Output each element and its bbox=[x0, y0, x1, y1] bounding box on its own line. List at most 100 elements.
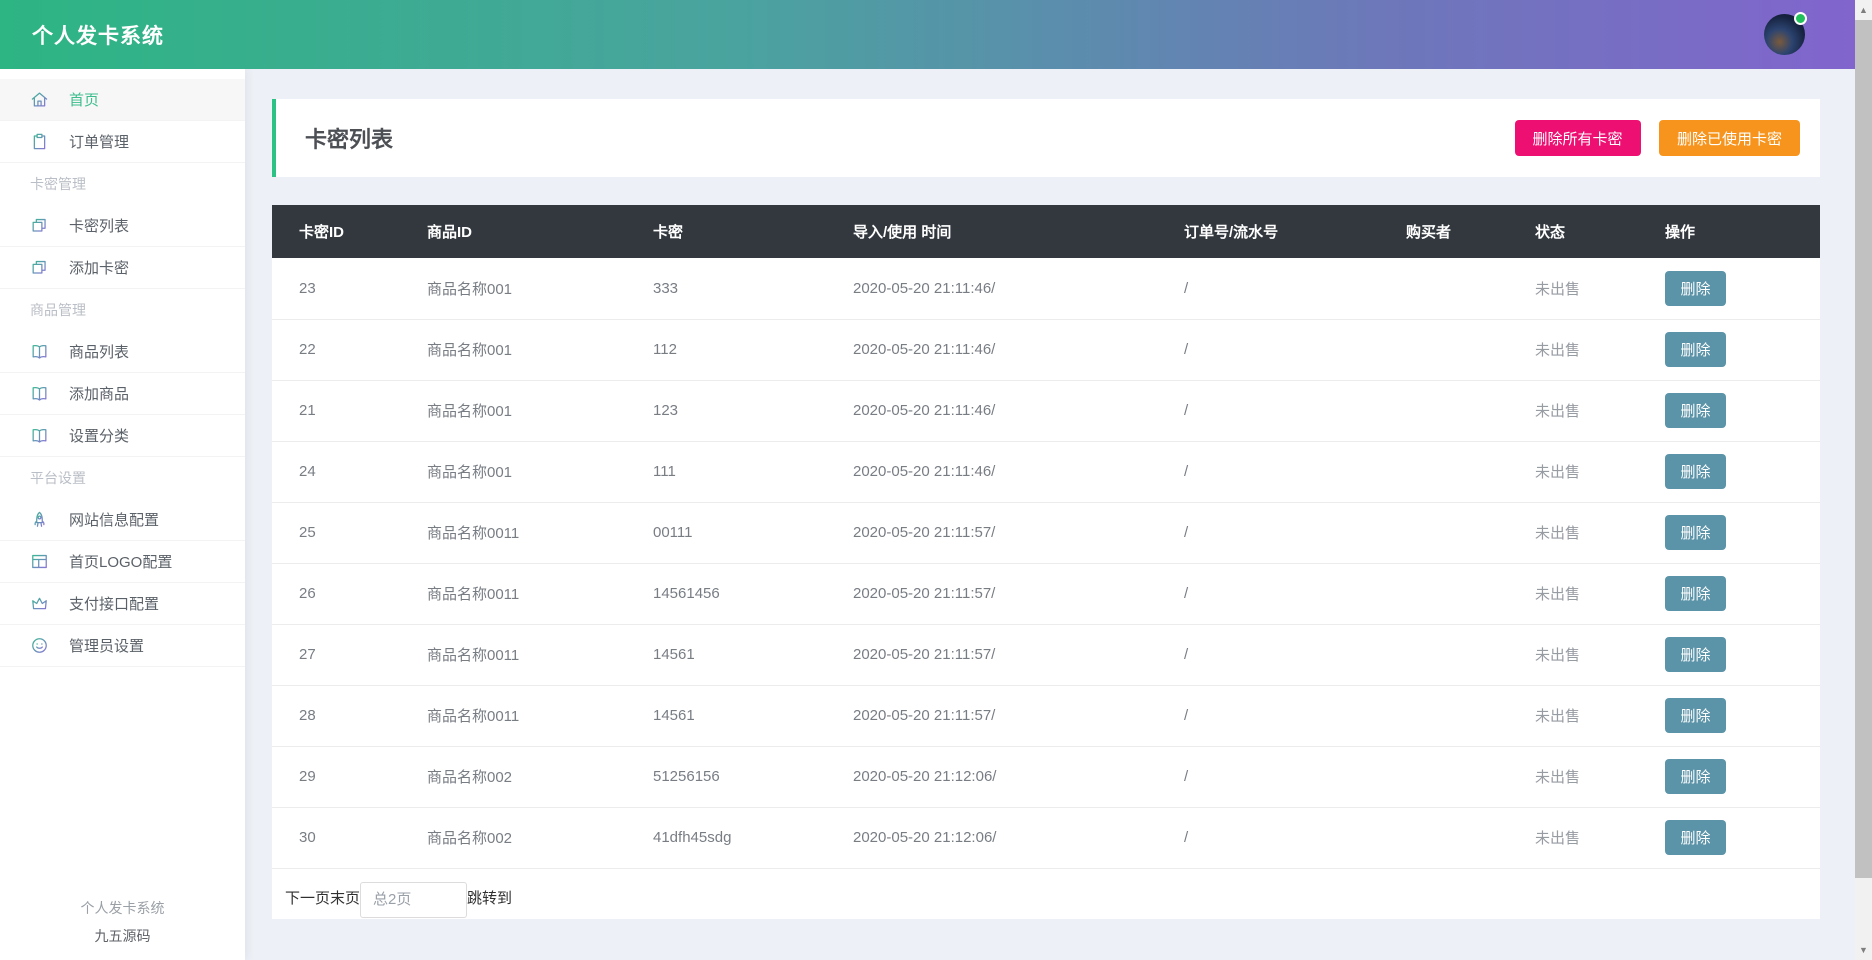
table-row: 21商品名称0011232020-05-20 21:11:46//未出售删除 bbox=[272, 380, 1820, 441]
sidebar-item-label: 添加卡密 bbox=[69, 257, 129, 278]
cell-buyer bbox=[1406, 624, 1535, 685]
delete-row-button[interactable]: 删除 bbox=[1665, 759, 1726, 794]
delete-all-keys-button[interactable]: 删除所有卡密 bbox=[1515, 120, 1641, 156]
cell-buyer bbox=[1406, 441, 1535, 502]
col-header-status: 状态 bbox=[1535, 205, 1665, 258]
scroll-down-arrow-icon[interactable]: ▼ bbox=[1855, 943, 1872, 957]
app-root: 个人发卡系统 首页订单管理卡密管理卡密列表添加卡密商品管理商品列表添加商品设置分… bbox=[0, 0, 1872, 960]
online-status-dot bbox=[1794, 12, 1807, 25]
pagination: 下一页 末页 跳转到 bbox=[272, 869, 1820, 919]
delete-row-button[interactable]: 删除 bbox=[1665, 393, 1726, 428]
cell-actions: 删除 bbox=[1665, 319, 1820, 380]
cell-buyer bbox=[1406, 563, 1535, 624]
sidebar-item-13[interactable]: 管理员设置 bbox=[0, 625, 245, 667]
delete-row-button[interactable]: 删除 bbox=[1665, 637, 1726, 672]
book-icon bbox=[30, 384, 49, 403]
vertical-scrollbar[interactable]: ▲ ▼ bbox=[1855, 0, 1872, 960]
sidebar-item-3[interactable]: 卡密列表 bbox=[0, 205, 245, 247]
cell-product-id: 商品名称0011 bbox=[427, 624, 653, 685]
cell-actions: 删除 bbox=[1665, 807, 1820, 868]
col-header-order-no: 订单号/流水号 bbox=[1184, 205, 1406, 258]
cell-buyer bbox=[1406, 685, 1535, 746]
delete-row-button[interactable]: 删除 bbox=[1665, 515, 1726, 550]
sidebar-item-12[interactable]: 支付接口配置 bbox=[0, 583, 245, 625]
delete-row-button[interactable]: 删除 bbox=[1665, 820, 1726, 855]
col-header-actions: 操作 bbox=[1665, 205, 1820, 258]
cell-status: 未出售 bbox=[1535, 563, 1665, 624]
next-page-link[interactable]: 下一页 bbox=[285, 882, 330, 908]
delete-used-keys-button[interactable]: 删除已使用卡密 bbox=[1659, 120, 1800, 156]
cell-actions: 删除 bbox=[1665, 380, 1820, 441]
sidebar-item-8[interactable]: 设置分类 bbox=[0, 415, 245, 457]
user-avatar[interactable] bbox=[1764, 14, 1805, 55]
cell-status: 未出售 bbox=[1535, 319, 1665, 380]
cell-time: 2020-05-20 21:11:57/ bbox=[853, 502, 1184, 563]
sidebar-item-7[interactable]: 添加商品 bbox=[0, 373, 245, 415]
sidebar-item-0[interactable]: 首页 bbox=[0, 79, 245, 121]
cell-product-id: 商品名称0011 bbox=[427, 563, 653, 624]
sidebar-item-label: 管理员设置 bbox=[69, 635, 144, 656]
cell-key: 112 bbox=[653, 319, 853, 380]
cell-time: 2020-05-20 21:11:46/ bbox=[853, 441, 1184, 502]
cell-time: 2020-05-20 21:11:57/ bbox=[853, 624, 1184, 685]
scrollbar-thumb[interactable] bbox=[1855, 20, 1872, 878]
page-jump-input[interactable] bbox=[360, 882, 467, 918]
delete-row-button[interactable]: 删除 bbox=[1665, 332, 1726, 367]
book-icon bbox=[30, 426, 49, 445]
cell-key: 123 bbox=[653, 380, 853, 441]
jump-to-link[interactable]: 跳转到 bbox=[467, 882, 512, 908]
cell-order-no: / bbox=[1184, 258, 1406, 319]
cell-time: 2020-05-20 21:11:46/ bbox=[853, 258, 1184, 319]
cell-key: 333 bbox=[653, 258, 853, 319]
sidebar-item-1[interactable]: 订单管理 bbox=[0, 121, 245, 163]
cell-key-id: 21 bbox=[272, 380, 427, 441]
cell-key-id: 25 bbox=[272, 502, 427, 563]
table-row: 28商品名称0011145612020-05-20 21:11:57//未出售删… bbox=[272, 685, 1820, 746]
card-key-table: 卡密ID 商品ID 卡密 导入/使用 时间 订单号/流水号 购买者 状态 操作 … bbox=[272, 205, 1820, 869]
delete-row-button[interactable]: 删除 bbox=[1665, 698, 1726, 733]
cell-actions: 删除 bbox=[1665, 624, 1820, 685]
app-title: 个人发卡系统 bbox=[32, 20, 164, 50]
scroll-up-arrow-icon[interactable]: ▲ bbox=[1855, 3, 1872, 17]
sidebar-item-11[interactable]: 首页LOGO配置 bbox=[0, 541, 245, 583]
sidebar-item-label: 网站信息配置 bbox=[69, 509, 159, 530]
cell-product-id: 商品名称001 bbox=[427, 441, 653, 502]
cell-order-no: / bbox=[1184, 563, 1406, 624]
cell-status: 未出售 bbox=[1535, 807, 1665, 868]
cell-key: 14561456 bbox=[653, 563, 853, 624]
sidebar-item-4[interactable]: 添加卡密 bbox=[0, 247, 245, 289]
cell-product-id: 商品名称001 bbox=[427, 380, 653, 441]
sidebar-section-label: 卡密管理 bbox=[0, 163, 245, 205]
cell-product-id: 商品名称001 bbox=[427, 258, 653, 319]
table-row: 29商品名称002512561562020-05-20 21:12:06//未出… bbox=[272, 746, 1820, 807]
cell-actions: 删除 bbox=[1665, 563, 1820, 624]
layout-icon bbox=[30, 552, 49, 571]
cell-actions: 删除 bbox=[1665, 685, 1820, 746]
cell-product-id: 商品名称002 bbox=[427, 807, 653, 868]
clipboard-icon bbox=[30, 132, 49, 151]
delete-row-button[interactable]: 删除 bbox=[1665, 576, 1726, 611]
crown-icon bbox=[30, 594, 49, 613]
table-row: 23商品名称0013332020-05-20 21:11:46//未出售删除 bbox=[272, 258, 1820, 319]
cell-product-id: 商品名称0011 bbox=[427, 502, 653, 563]
sidebar-item-label: 卡密列表 bbox=[69, 215, 129, 236]
smile-icon bbox=[30, 636, 49, 655]
sidebar-item-10[interactable]: 网站信息配置 bbox=[0, 499, 245, 541]
last-page-link[interactable]: 末页 bbox=[330, 882, 360, 908]
col-header-key-id: 卡密ID bbox=[272, 205, 427, 258]
cell-status: 未出售 bbox=[1535, 441, 1665, 502]
cell-time: 2020-05-20 21:12:06/ bbox=[853, 746, 1184, 807]
cell-key: 14561 bbox=[653, 685, 853, 746]
cell-key: 51256156 bbox=[653, 746, 853, 807]
cell-status: 未出售 bbox=[1535, 380, 1665, 441]
sidebar-item-6[interactable]: 商品列表 bbox=[0, 331, 245, 373]
cell-order-no: / bbox=[1184, 807, 1406, 868]
top-header-bar: 个人发卡系统 bbox=[0, 0, 1855, 69]
cell-buyer bbox=[1406, 502, 1535, 563]
cell-time: 2020-05-20 21:12:06/ bbox=[853, 807, 1184, 868]
delete-row-button[interactable]: 删除 bbox=[1665, 454, 1726, 489]
cell-key-id: 28 bbox=[272, 685, 427, 746]
delete-row-button[interactable]: 删除 bbox=[1665, 271, 1726, 306]
cell-actions: 删除 bbox=[1665, 258, 1820, 319]
cell-product-id: 商品名称0011 bbox=[427, 685, 653, 746]
